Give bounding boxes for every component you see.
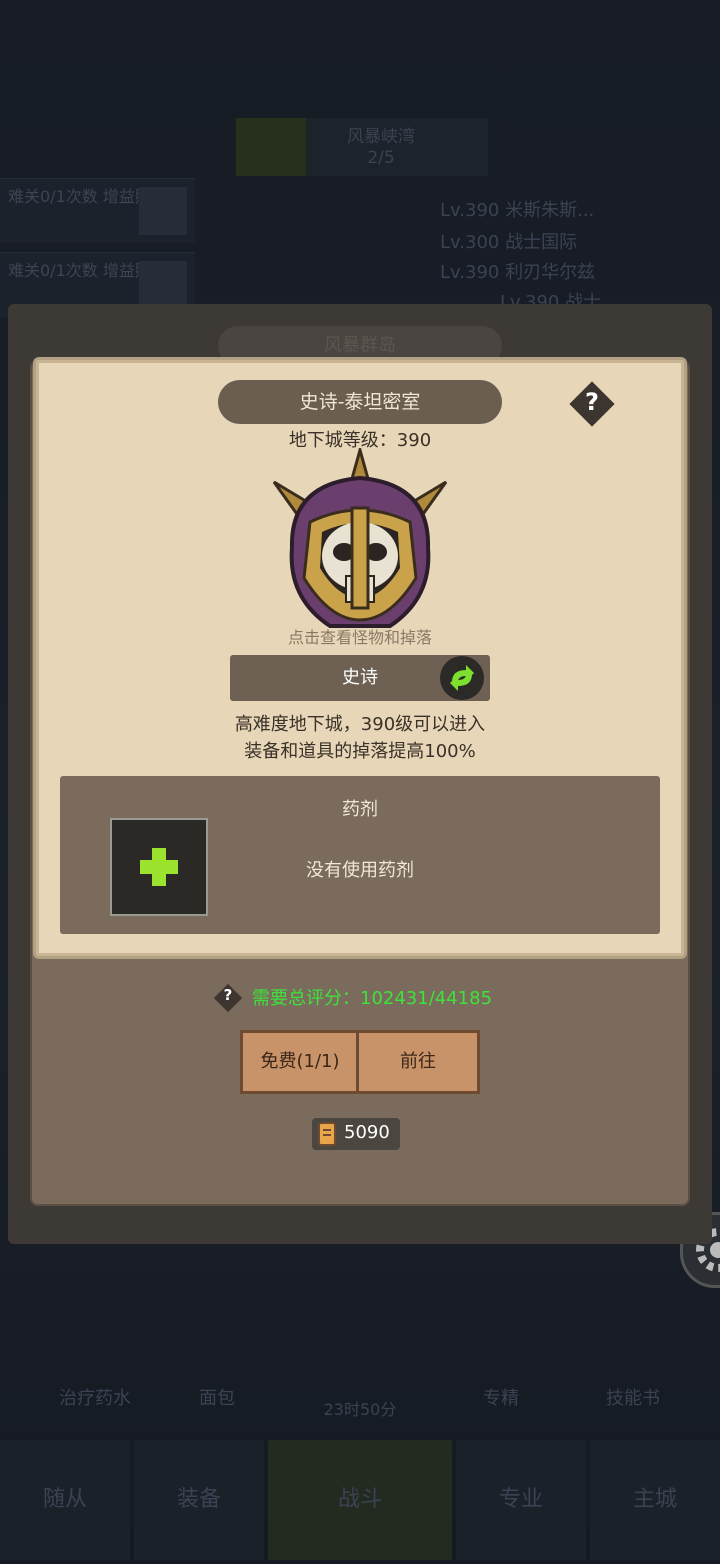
nav-city: 主城 [590, 1440, 720, 1560]
nav-battle: 战斗 [268, 1440, 452, 1560]
score-help-icon[interactable]: ? [213, 983, 243, 1013]
description-line-1: 高难度地下城，390级可以进入 [234, 714, 486, 735]
bg-stage-progress: 2/5 [367, 148, 395, 168]
nav-followers: 随从 [0, 1440, 130, 1560]
scroll-icon [314, 1120, 340, 1148]
skull-helmet-icon[interactable] [270, 444, 450, 638]
bg-stage-name: 风暴峡湾 [347, 127, 415, 147]
free-entry-button[interactable]: 免费(1/1) [240, 1030, 360, 1094]
cycle-difficulty-icon[interactable] [440, 656, 484, 700]
bg-item-timer: 23时50分 [323, 1400, 397, 1419]
nav-equipment: 装备 [134, 1440, 264, 1560]
bg-item-bread: 面包 [199, 1388, 235, 1409]
description-line-2: 装备和道具的掉落提高100% [244, 741, 476, 762]
action-buttons: 免费(1/1) 前往 [240, 1030, 480, 1098]
required-score: 需要总评分：102431/44185 [252, 988, 493, 1009]
bg-row: 难关0/1次数 增益照 [0, 178, 195, 243]
bg-line: Lv.390 米斯朱斯... [440, 200, 595, 221]
bg-item-potion: 治疗药水 [59, 1388, 131, 1409]
bg-line: Lv.300 战士国际 [440, 232, 578, 253]
cost-value: 5090 [344, 1122, 390, 1143]
potion-empty-text: 没有使用药剂 [306, 860, 414, 881]
help-button[interactable]: ? [568, 380, 616, 428]
dialog-title: 史诗-泰坦密室 [218, 380, 502, 424]
monster-hint[interactable]: 点击查看怪物和掉落 [0, 624, 720, 648]
bg-line: Lv.390 利刃华尔兹 [440, 262, 596, 283]
nav-profession: 专业 [456, 1440, 586, 1560]
bg-item-specialty: 专精 [483, 1388, 519, 1409]
bg-item-skillbook: 技能书 [606, 1388, 660, 1409]
go-button[interactable]: 前往 [356, 1030, 480, 1094]
bg-stage-indicator: 风暴峡湾 2/5 [236, 118, 488, 176]
